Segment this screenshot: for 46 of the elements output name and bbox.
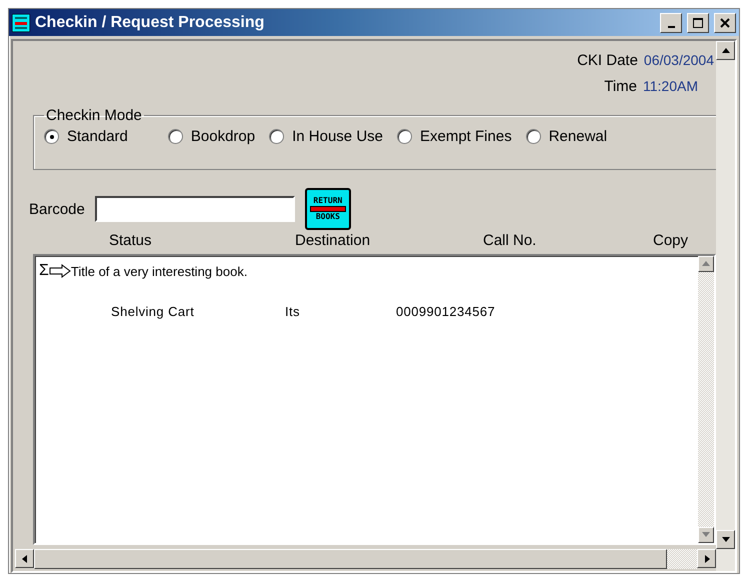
radio-option[interactable]: Standard xyxy=(44,128,128,145)
radio-button[interactable] xyxy=(168,129,183,144)
arrow-icon xyxy=(48,264,71,278)
up-arrow-icon xyxy=(701,259,711,269)
column-header: Destination xyxy=(295,232,372,248)
radio-option[interactable]: Bookdrop xyxy=(168,128,256,145)
table-cell-text: Its xyxy=(285,304,301,319)
radio-option[interactable]: Exempt Fines xyxy=(397,128,512,145)
radio-label: Bookdrop xyxy=(190,128,256,145)
close-icon xyxy=(719,16,731,28)
radio-button[interactable] xyxy=(44,129,59,144)
group-label: Checkin Mode xyxy=(45,107,143,124)
radio-option[interactable]: Renewal xyxy=(526,128,608,145)
radio-label: Standard xyxy=(67,128,128,145)
return-books-button[interactable]: RETURN BOOKS xyxy=(304,188,351,230)
radio-option[interactable]: In House Use xyxy=(269,128,383,145)
radio-label: Exempt Fines xyxy=(420,128,512,145)
radio-button[interactable] xyxy=(526,129,541,144)
close-button[interactable] xyxy=(714,12,736,32)
up-arrow-icon xyxy=(720,46,730,56)
table-cell-text: Shelving Cart xyxy=(111,304,196,319)
radio-label: Renewal xyxy=(548,128,608,145)
maximize-button[interactable] xyxy=(687,12,709,32)
table-cell-text: 0009901234567 xyxy=(396,304,496,319)
window-title: Checkin / Request Processing xyxy=(35,14,266,32)
time-label: Time xyxy=(604,78,637,94)
minimize-icon xyxy=(668,26,674,28)
barcode-field[interactable] xyxy=(94,196,295,222)
date-label: CKI Date xyxy=(577,52,638,68)
column-header: Copy xyxy=(653,232,690,248)
radio-button[interactable] xyxy=(269,129,284,144)
radio-label: In House Use xyxy=(292,128,383,145)
vertical-scrollbar[interactable] xyxy=(716,41,735,571)
time-value: 11:20AM xyxy=(643,78,698,94)
sigma-marker: Σ xyxy=(39,262,49,280)
left-arrow-icon xyxy=(20,554,30,564)
barcode-label: Barcode xyxy=(29,200,85,218)
column-header: Status xyxy=(109,232,153,248)
radio-button[interactable] xyxy=(397,129,412,144)
minimize-button[interactable] xyxy=(660,12,682,32)
date-value: 06/03/2004 xyxy=(644,52,714,68)
app-icon xyxy=(12,14,30,32)
column-header: Call No. xyxy=(483,232,538,248)
list-scrollbar[interactable] xyxy=(698,256,714,543)
book-title: Title of a very interesting book. xyxy=(70,264,248,278)
maximize-icon xyxy=(692,16,704,28)
